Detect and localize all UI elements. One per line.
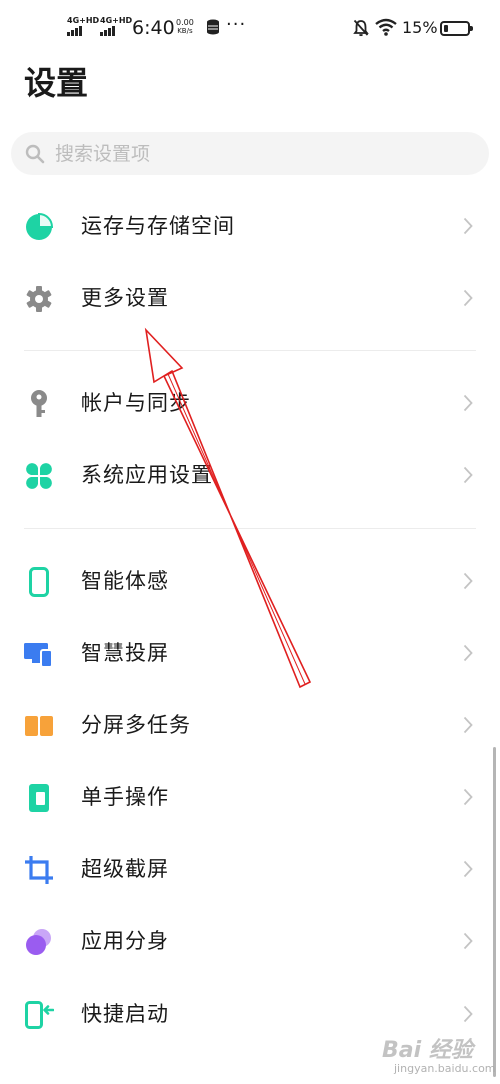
- phone-outline-icon: [29, 567, 49, 597]
- chevron-right-icon: [463, 932, 473, 950]
- settings-item-account-sync[interactable]: 帐户与同步: [0, 367, 500, 439]
- sim1-label: 4G+HD: [67, 16, 100, 25]
- settings-item-label: 更多设置: [81, 286, 169, 310]
- chevron-right-icon: [463, 572, 473, 590]
- chevron-right-icon: [463, 788, 473, 806]
- settings-item-label: 智慧投屏: [81, 641, 169, 665]
- settings-item-label: 快捷启动: [81, 1002, 169, 1026]
- chevron-right-icon: [463, 1005, 473, 1023]
- chevron-right-icon: [463, 644, 473, 662]
- search-bar[interactable]: [11, 132, 489, 175]
- app-clone-icon: [26, 929, 51, 955]
- settings-item-app-clone[interactable]: 应用分身: [0, 905, 500, 977]
- battery-icon: [440, 21, 473, 36]
- page-title: 设置: [24, 64, 89, 102]
- crop-icon: [25, 856, 53, 884]
- settings-item-system-apps[interactable]: 系统应用设置: [0, 439, 500, 511]
- chevron-right-icon: [463, 466, 473, 484]
- screen-cast-icon: [24, 643, 53, 668]
- gear-icon: [26, 286, 52, 312]
- watermark-text: Bai 经验: [382, 1038, 473, 1063]
- one-hand-icon: [29, 784, 49, 812]
- more-notifications-icon: ···: [226, 14, 247, 35]
- group-divider: [24, 528, 476, 529]
- watermark-url: jingyan.baidu.com: [394, 1062, 496, 1075]
- chevron-right-icon: [463, 289, 473, 307]
- settings-item-label: 应用分身: [81, 929, 169, 953]
- split-screen-icon: [25, 716, 53, 736]
- settings-item-super-screenshot[interactable]: 超级截屏: [0, 833, 500, 905]
- settings-item-label: 运存与存储空间: [81, 214, 235, 238]
- settings-item-smart-motion[interactable]: 智能体感: [0, 545, 500, 617]
- clover-icon: [26, 463, 52, 489]
- sim2-label: 4G+HD: [100, 16, 133, 25]
- sim1-signal-icon: 4G+HD: [67, 17, 99, 36]
- battery-percent: 15%: [402, 18, 438, 37]
- settings-item-label: 单手操作: [81, 785, 169, 809]
- pie-chart-icon: [26, 212, 54, 240]
- settings-item-label: 分屏多任务: [81, 713, 191, 737]
- chevron-right-icon: [463, 860, 473, 878]
- settings-item-label: 智能体感: [81, 569, 169, 593]
- scrollbar[interactable]: [493, 747, 496, 1077]
- network-speed-value: 0.00: [176, 18, 194, 27]
- settings-item-memory-storage[interactable]: 运存与存储空间: [0, 190, 500, 262]
- chevron-right-icon: [463, 394, 473, 412]
- data-saver-icon: [207, 19, 219, 35]
- settings-item-label: 系统应用设置: [81, 463, 213, 487]
- sim2-signal-icon: 4G+HD: [100, 17, 132, 36]
- network-speed: 0.00 KB/s: [176, 18, 194, 36]
- search-input[interactable]: [55, 138, 455, 169]
- network-speed-unit: KB/s: [177, 27, 193, 35]
- search-icon: [25, 144, 45, 164]
- settings-item-one-hand-mode[interactable]: 单手操作: [0, 761, 500, 833]
- baidu-jingyan-watermark: Bai 经验 jingyan.baidu.com: [376, 1032, 496, 1078]
- settings-item-label: 超级截屏: [81, 857, 169, 881]
- status-bar: 4G+HD 4G+HD 6:40 0.00 KB/s ··· 15%: [0, 0, 500, 56]
- settings-item-screen-cast[interactable]: 智慧投屏: [0, 617, 500, 689]
- group-divider: [24, 350, 476, 351]
- key-icon: [31, 390, 47, 417]
- settings-item-more-settings[interactable]: 更多设置: [0, 262, 500, 334]
- chevron-right-icon: [463, 217, 473, 235]
- chevron-right-icon: [463, 716, 473, 734]
- quick-launch-icon: [25, 1001, 54, 1029]
- settings-item-label: 帐户与同步: [81, 391, 191, 415]
- status-time: 6:40: [132, 17, 175, 39]
- settings-item-split-screen[interactable]: 分屏多任务: [0, 689, 500, 761]
- bell-muted-icon: [353, 19, 369, 37]
- wifi-icon: [375, 18, 397, 36]
